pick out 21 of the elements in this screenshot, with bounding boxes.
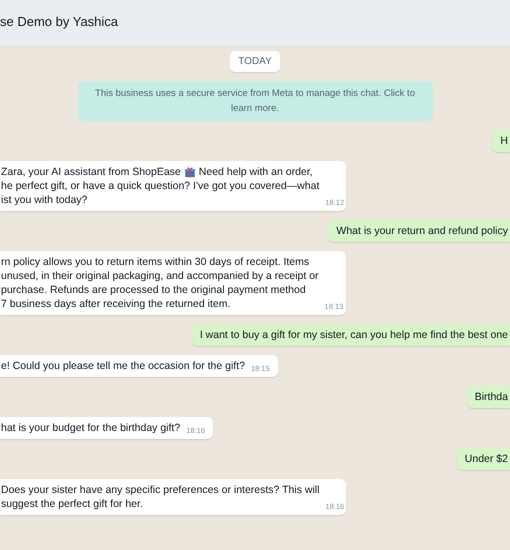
message-line: 7 business days after receiving the returned item. — [1, 297, 230, 312]
message-line: purchase. Refunds are processed to the original payment method — [1, 283, 306, 298]
sent-message: H — [492, 130, 510, 152]
sent-message: Birthda — [466, 386, 510, 408]
message-line: suggest the perfect gift for her. — [1, 497, 143, 512]
message-line: Need help with an order, — [198, 165, 313, 180]
date-label: TODAY — [230, 51, 280, 72]
encryption-notice[interactable]: This business uses a secure service from Meta to manage this chat. Click to learn more. — [78, 81, 432, 122]
sent-message: I want to buy a gift for my sister, can you help me find the best one — [192, 324, 510, 346]
message-line: e! Could you please tell me the occasion for the gift? — [1, 359, 245, 374]
gift-icon — [184, 166, 196, 178]
message-line: rn policy allows you to return items within 30 days of receipt. Items — [1, 255, 310, 270]
message-line: he perfect gift, or have a quick question? I've got you covered—what — [1, 179, 320, 194]
chat-title: se Demo by Yashica — [0, 14, 118, 28]
message-line: unused, in their original packaging, and accompanied by a receipt or — [1, 269, 319, 284]
message-line: hat is your budget for the birthday gift? — [1, 421, 180, 436]
sent-message: Under $2 — [456, 448, 510, 470]
message-line: Does your sister have any specific preferences or interests? This will — [1, 483, 320, 498]
message-line: ist you with today? — [1, 193, 88, 208]
message-line: Zara, your AI assistant from ShopEase — [1, 165, 181, 180]
sent-message: What is your return and refund policy — [328, 220, 510, 242]
